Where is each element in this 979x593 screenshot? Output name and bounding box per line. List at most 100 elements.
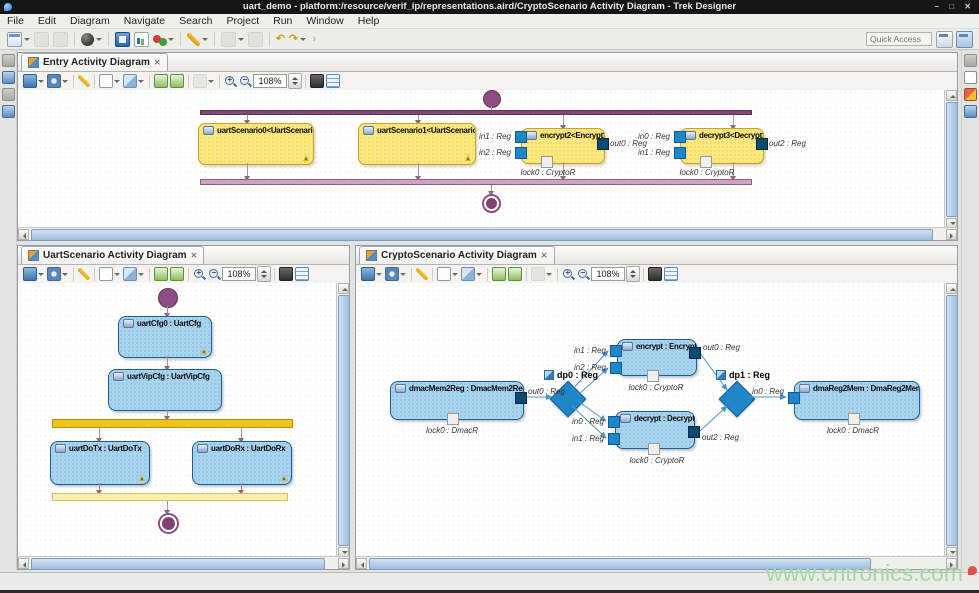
fast-view-icon[interactable] [964, 54, 977, 67]
control-flow-edge[interactable] [99, 428, 100, 441]
port-dmaReg2Mem-lock0[interactable] [848, 413, 860, 425]
arrange-icon[interactable] [385, 267, 399, 281]
entry-vertical-scrollbar[interactable] [944, 90, 957, 229]
refresh-wand-icon[interactable] [78, 75, 90, 87]
port-encrypt2-in1[interactable] [515, 131, 527, 143]
new-dropdown-icon[interactable] [24, 38, 30, 41]
menu-window[interactable]: Window [299, 14, 350, 28]
port-encrypt2-lock0[interactable] [541, 156, 553, 168]
menu-diagram[interactable]: Diagram [63, 14, 117, 28]
import-icon[interactable] [492, 267, 506, 281]
control-flow-edge[interactable] [167, 306, 168, 316]
tab-cryptoscenario-activity-diagram[interactable]: CryptoScenario Activity Diagram ✕ [359, 246, 555, 264]
coverage-chart-icon[interactable] [134, 32, 149, 47]
layout-dropdown-icon[interactable] [376, 273, 382, 276]
zoom-level-input[interactable] [591, 267, 625, 281]
zoom-spinner[interactable] [257, 266, 271, 282]
zoom-out-icon[interactable]: − [239, 75, 252, 88]
port-decrypt-out2[interactable] [688, 426, 700, 438]
scroll-right-button[interactable] [946, 229, 957, 240]
zoom-in-icon[interactable]: + [224, 75, 237, 88]
menu-file[interactable]: File [0, 14, 31, 28]
node-decrypt3[interactable]: decrypt3<Decrypt> [680, 128, 764, 164]
modeling-perspective-icon[interactable] [956, 31, 973, 48]
menu-project[interactable]: Project [219, 14, 266, 28]
port-decrypt3-in1[interactable] [674, 147, 686, 159]
run-config-icon[interactable] [81, 33, 94, 46]
tab-close-icon[interactable]: ✕ [154, 58, 161, 67]
grid-icon[interactable] [295, 267, 309, 281]
port-dmacMem2Reg-out0[interactable] [515, 392, 527, 404]
arrange-icon[interactable] [47, 74, 61, 88]
layout-dropdown-icon[interactable] [38, 80, 44, 83]
port-encrypt-out0[interactable] [689, 347, 701, 359]
port-decrypt3-lock0[interactable] [700, 156, 712, 168]
container-icon[interactable] [437, 267, 451, 281]
container-icon[interactable] [99, 267, 113, 281]
initial-node[interactable] [483, 90, 501, 108]
maximize-button[interactable]: □ [947, 2, 958, 11]
control-flow-edge[interactable] [99, 483, 100, 493]
control-flow-edge[interactable] [241, 428, 242, 441]
zoom-out-icon[interactable]: − [208, 268, 221, 281]
debug-dropdown-icon[interactable] [168, 38, 174, 41]
zoom-spinner[interactable] [626, 266, 640, 282]
debug-run-icon[interactable] [153, 33, 166, 46]
control-flow-edge[interactable] [241, 483, 242, 493]
menu-navigate[interactable]: Navigate [117, 14, 172, 28]
container-dropdown-icon[interactable] [452, 273, 458, 276]
snapshot-icon[interactable] [648, 267, 662, 281]
join-bar[interactable] [52, 493, 288, 501]
port-encrypt-in1[interactable] [610, 345, 622, 357]
snapshot-icon[interactable] [279, 267, 293, 281]
export-icon[interactable] [170, 267, 184, 281]
restore-view-icon-2[interactable] [2, 88, 15, 101]
port-encrypt2-in2[interactable] [515, 147, 527, 159]
container-dropdown-icon[interactable] [114, 273, 120, 276]
forward-icon[interactable]: ↷ [287, 33, 300, 46]
tab-entry-activity-diagram[interactable]: Entry Activity Diagram ✕ [21, 53, 168, 71]
new-wizard-icon[interactable] [7, 32, 22, 47]
refresh-wand-icon[interactable] [416, 268, 428, 280]
router-icon[interactable] [123, 267, 137, 281]
scroll-thumb[interactable] [946, 295, 958, 546]
generate-wand-icon[interactable] [187, 33, 200, 46]
control-flow-edge[interactable] [563, 115, 564, 128]
control-flow-edge[interactable] [247, 115, 248, 123]
menu-help[interactable]: Help [351, 14, 387, 28]
open-perspective-icon[interactable] [936, 31, 953, 48]
zoom-out-icon[interactable]: − [577, 268, 590, 281]
port-decrypt3-out2[interactable] [756, 138, 768, 150]
quick-access-input[interactable] [866, 32, 932, 46]
router-dropdown-icon[interactable] [476, 273, 482, 276]
initial-node[interactable] [158, 288, 178, 308]
node-encrypt2[interactable]: encrypt2<Encrypt> [521, 128, 605, 164]
scroll-up-button[interactable] [946, 90, 957, 101]
scroll-thumb[interactable] [338, 295, 350, 546]
router-icon[interactable] [123, 74, 137, 88]
arrange-dropdown-icon[interactable] [62, 80, 68, 83]
node-uartVipCfg[interactable]: uartVipCfg : UartVipCfg [108, 369, 222, 411]
zoom-level-input[interactable] [253, 74, 287, 88]
scroll-left-button[interactable] [18, 229, 29, 240]
crypto-vertical-scrollbar[interactable] [944, 283, 957, 558]
node-uartDoRx[interactable]: uartDoRx : UartDoRx [192, 441, 292, 485]
join-bar[interactable] [200, 179, 752, 185]
layout-icon[interactable] [23, 267, 37, 281]
scroll-right-button[interactable] [338, 558, 349, 569]
uart-vertical-scrollbar[interactable] [336, 283, 349, 558]
entry-horizontal-scrollbar[interactable] [18, 227, 957, 240]
container-dropdown-icon[interactable] [114, 80, 120, 83]
node-uartCfg0[interactable]: uartCfg0 : UartCfg [118, 316, 212, 358]
snapshot-icon[interactable] [310, 74, 324, 88]
import-icon[interactable] [154, 74, 168, 88]
scroll-left-button[interactable] [356, 558, 367, 569]
minimize-button[interactable]: – [933, 2, 943, 11]
tab-uartscenario-activity-diagram[interactable]: UartScenario Activity Diagram ✕ [21, 246, 204, 264]
arrange-dropdown-icon[interactable] [62, 273, 68, 276]
export-icon[interactable] [170, 74, 184, 88]
final-node[interactable] [482, 194, 501, 213]
node-uartDoTx[interactable]: uartDoTx : UartDoTx [50, 441, 150, 485]
zoom-in-icon[interactable]: + [562, 268, 575, 281]
node-uartScenario0[interactable]: uartScenario0<UartScenario> [198, 123, 314, 165]
